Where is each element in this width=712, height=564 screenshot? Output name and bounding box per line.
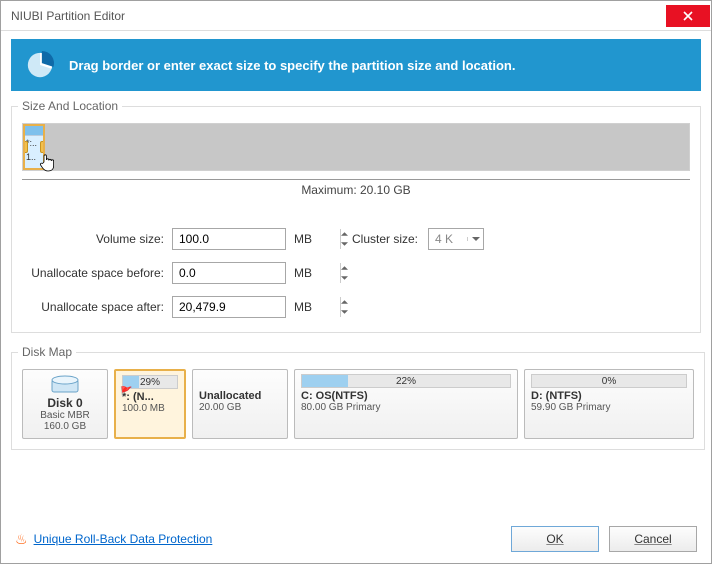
partition-box[interactable]: Unallocated20.00 GB: [192, 369, 288, 439]
size-location-legend: Size And Location: [18, 99, 122, 113]
partition-bar-container: *:.. 1.. Maximum: 20.10 GB: [22, 123, 690, 216]
volume-size-input[interactable]: [173, 229, 340, 249]
cluster-size-select[interactable]: 4 K: [428, 228, 484, 250]
close-button[interactable]: [666, 5, 710, 27]
volume-size-input-wrap: [172, 228, 286, 250]
usage-bar: 0%: [531, 374, 687, 388]
unalloc-before-input[interactable]: [173, 263, 340, 283]
close-icon: [683, 11, 693, 21]
partition-sub: 20.00 GB: [199, 402, 281, 413]
unalloc-after-spin-up[interactable]: [341, 297, 348, 307]
partition-box[interactable]: 29%🚩*: (N...100.0 MB: [114, 369, 186, 439]
app-window: NIUBI Partition Editor Drag border or en…: [0, 0, 712, 564]
maximum-size-label: Maximum: 20.10 GB: [295, 183, 416, 197]
flame-icon: ♨: [15, 531, 28, 548]
ok-button[interactable]: OK: [511, 526, 599, 552]
partition-sub: 59.90 GB Primary: [531, 402, 687, 413]
titlebar: NIUBI Partition Editor: [1, 1, 711, 31]
disk-type: Basic MBR: [29, 410, 101, 421]
maximum-size-divider: Maximum: 20.10 GB: [22, 179, 690, 198]
disk-map-row: Disk 0 Basic MBR 160.0 GB 29%🚩*: (N...10…: [22, 369, 694, 439]
unalloc-before-input-wrap: [172, 262, 286, 284]
partition-bar[interactable]: *:.. 1..: [22, 123, 690, 171]
unalloc-after-input-wrap: [172, 296, 286, 318]
size-location-group: Size And Location *:.. 1.. Maximum: 20.1…: [11, 99, 701, 333]
cluster-size-label: Cluster size:: [352, 232, 418, 246]
unalloc-after-input[interactable]: [173, 297, 340, 317]
unalloc-before-unit: MB: [294, 266, 312, 280]
volume-size-unit: MB: [294, 232, 312, 246]
cluster-size-value: 4 K: [429, 232, 467, 246]
usage-percent: 22%: [302, 375, 510, 387]
unalloc-before-spin-down[interactable]: [341, 273, 348, 283]
rollback-link[interactable]: Unique Roll-Back Data Protection: [34, 532, 213, 546]
partition-box[interactable]: 0% D: (NTFS)59.90 GB Primary: [524, 369, 694, 439]
partition-label: C: OS(NTFS): [301, 390, 511, 402]
hand-cursor-icon: [37, 152, 57, 172]
disk-size: 160.0 GB: [29, 421, 101, 432]
disk-icon: [51, 374, 79, 394]
partition-box[interactable]: 22% C: OS(NTFS)80.00 GB Primary: [294, 369, 518, 439]
usage-percent: 0%: [532, 375, 686, 387]
instruction-banner: Drag border or enter exact size to speci…: [11, 39, 701, 91]
resize-handle-left[interactable]: [23, 141, 28, 153]
unalloc-before-label: Unallocate space before:: [22, 266, 172, 280]
footer: ♨ Unique Roll-Back Data Protection OK Ca…: [1, 515, 711, 563]
flag-icon: 🚩: [120, 387, 132, 398]
unalloc-after-unit: MB: [294, 300, 312, 314]
banner-message: Drag border or enter exact size to speci…: [69, 58, 515, 73]
window-title: NIUBI Partition Editor: [11, 9, 125, 23]
partition-label: D: (NTFS): [531, 390, 687, 402]
rollback-link-wrap: ♨ Unique Roll-Back Data Protection: [15, 531, 212, 548]
chevron-down-icon: [467, 237, 483, 241]
unalloc-after-spin-down[interactable]: [341, 307, 348, 317]
disk-map-group: Disk Map Disk 0 Basic MBR 160.0 GB 29%🚩*…: [11, 345, 705, 450]
usage-bar: 22%: [301, 374, 511, 388]
volume-size-spin-up[interactable]: [341, 229, 348, 239]
partition-label: Unallocated: [199, 390, 281, 402]
partition-sub: 80.00 GB Primary: [301, 402, 511, 413]
volume-size-label: Volume size:: [22, 232, 172, 246]
pie-chart-icon: [25, 50, 55, 80]
cancel-button[interactable]: Cancel: [609, 526, 697, 552]
disk-map-legend: Disk Map: [18, 345, 76, 359]
unalloc-before-spin-up[interactable]: [341, 263, 348, 273]
partition-sub: 100.0 MB: [122, 403, 178, 414]
disk-box[interactable]: Disk 0 Basic MBR 160.0 GB: [22, 369, 108, 439]
disk-name: Disk 0: [29, 396, 101, 410]
volume-size-spin-down[interactable]: [341, 239, 348, 249]
unalloc-after-label: Unallocate space after:: [22, 300, 172, 314]
